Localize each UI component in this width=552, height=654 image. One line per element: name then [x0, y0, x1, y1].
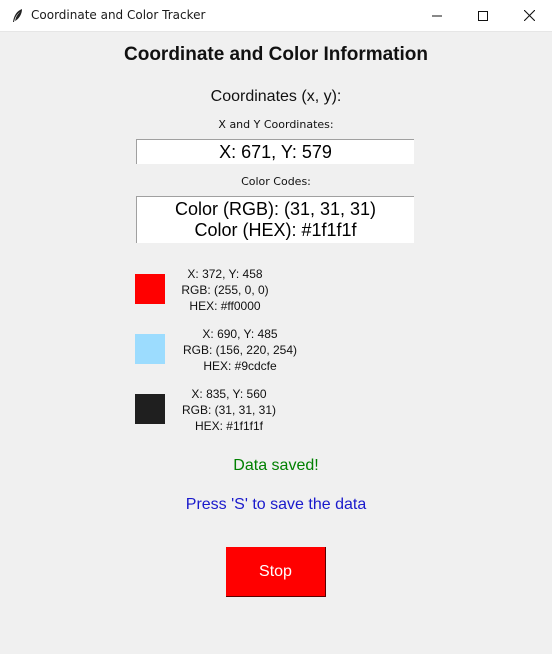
minimize-icon — [432, 15, 442, 16]
entry-rgb: RGB: (156, 220, 254) — [182, 343, 298, 357]
maximize-icon — [478, 10, 488, 21]
entry-coords: X: 372, Y: 458 — [187, 267, 263, 281]
entry-hex: HEX: #9cdcfe — [203, 359, 277, 373]
close-icon — [523, 10, 535, 21]
maximize-button[interactable] — [460, 0, 506, 31]
list-item: X: 690, Y: 485 RGB: (156, 220, 254) HEX:… — [160, 326, 320, 374]
minimize-button[interactable] — [414, 0, 460, 31]
color-codes-display: Color (RGB): (31, 31, 31) Color (HEX): #… — [136, 196, 414, 243]
window-title: Coordinate and Color Tracker — [31, 8, 206, 22]
xy-coordinates-label: X and Y Coordinates: — [218, 118, 334, 131]
stop-button[interactable]: Stop — [226, 547, 326, 597]
entry-rgb: RGB: (255, 0, 0) — [181, 283, 269, 297]
color-rgb-value: Color (RGB): (31, 31, 31) — [174, 199, 377, 219]
entry-coords: X: 690, Y: 485 — [202, 327, 278, 341]
color-codes-label: Color Codes: — [241, 175, 311, 188]
entry-hex: HEX: #ff0000 — [189, 299, 261, 313]
save-hint: Press 'S' to save the data — [185, 496, 367, 513]
list-item: X: 835, Y: 560 RGB: (31, 31, 31) HEX: #1… — [160, 386, 298, 434]
list-item: X: 372, Y: 458 RGB: (255, 0, 0) HEX: #ff… — [160, 266, 290, 314]
entry-coords: X: 835, Y: 560 — [191, 387, 267, 401]
entry-rgb: RGB: (31, 31, 31) — [181, 403, 277, 417]
color-hex-value: Color (HEX): #1f1f1f — [194, 220, 357, 240]
coordinates-title: Coordinates (x, y): — [210, 88, 342, 105]
feather-icon — [10, 8, 24, 24]
xy-coordinates-display: X: 671, Y: 579 — [136, 139, 414, 164]
title-bar[interactable]: Coordinate and Color Tracker — [0, 0, 552, 32]
entry-hex: HEX: #1f1f1f — [194, 419, 264, 433]
status-message: Data saved! — [233, 457, 319, 474]
close-button[interactable] — [506, 0, 552, 31]
page-title: Coordinate and Color Information — [124, 44, 428, 65]
